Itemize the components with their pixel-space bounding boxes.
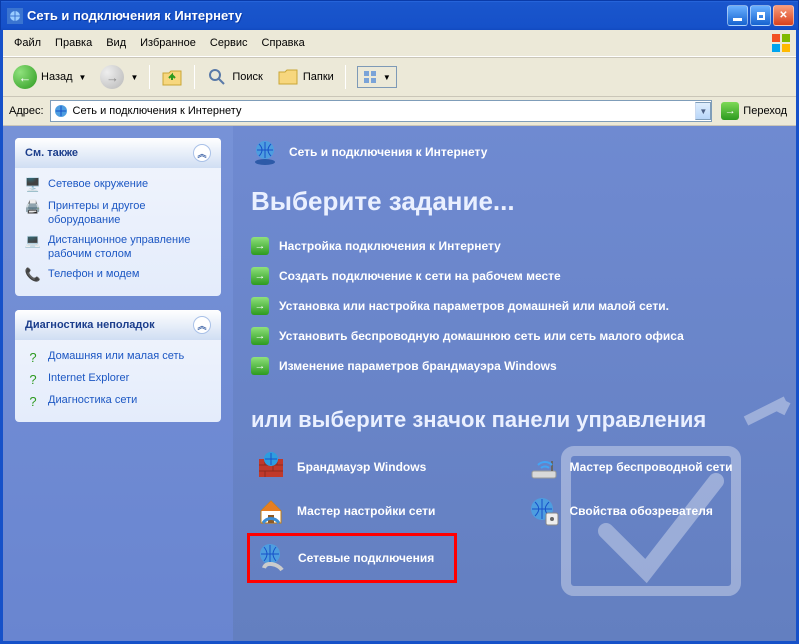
task-list: →Настройка подключения к Интернету →Созд…: [241, 231, 796, 381]
link-ts-home-net[interactable]: ?Домашняя или малая сеть: [25, 346, 211, 368]
nav-up-button[interactable]: [155, 62, 189, 92]
go-label: Переход: [743, 105, 787, 117]
control-panel-icon: [53, 103, 69, 119]
address-label: Адрес:: [7, 105, 46, 117]
cpl-network-connections[interactable]: Сетевые подключения: [256, 542, 448, 574]
highlight-box: Сетевые подключения: [247, 533, 457, 583]
close-button[interactable]: ✕: [773, 5, 794, 26]
panel-see-also: См. также ︽ 🖥️Сетевое окружение 🖨️Принте…: [15, 138, 221, 296]
link-ts-net-diag[interactable]: ?Диагностика сети: [25, 390, 211, 412]
minimize-button[interactable]: [727, 5, 748, 26]
folder-up-icon: [161, 66, 183, 88]
address-bar: Адрес: Сеть и подключения к Интернету ▼ …: [3, 96, 796, 126]
chevron-down-icon: ▼: [383, 73, 391, 82]
views-button[interactable]: ▼: [351, 62, 403, 92]
category-header: Сеть и подключения к Интернету: [241, 126, 796, 166]
go-arrow-icon: →: [721, 102, 739, 120]
panel-troubleshoot: Диагностика неполадок ︽ ?Домашняя или ма…: [15, 310, 221, 422]
home-network-icon: [255, 495, 287, 527]
chevron-down-icon: ▼: [79, 73, 87, 82]
address-value: Сеть и подключения к Интернету: [73, 105, 696, 117]
panel-header[interactable]: См. также ︽: [15, 138, 221, 168]
tasks-pane: См. также ︽ 🖥️Сетевое окружение 🖨️Принте…: [3, 126, 233, 641]
panel-header[interactable]: Диагностика неполадок ︽: [15, 310, 221, 340]
task-workplace-conn[interactable]: →Создать подключение к сети на рабочем м…: [251, 261, 786, 291]
arrow-icon: →: [251, 327, 269, 345]
menubar: Файл Правка Вид Избранное Сервис Справка: [3, 30, 796, 57]
address-input[interactable]: Сеть и подключения к Интернету ▼: [50, 100, 713, 122]
nav-back-button[interactable]: ← Назад ▼: [7, 61, 92, 93]
nav-back-label: Назад: [41, 71, 73, 83]
menu-view[interactable]: Вид: [99, 35, 133, 51]
menu-favorites[interactable]: Избранное: [133, 35, 203, 51]
watermark-icon: [526, 381, 796, 641]
heading-pick-task: Выберите задание...: [251, 186, 786, 217]
task-wireless-setup[interactable]: →Установить беспроводную домашнюю сеть и…: [251, 321, 786, 351]
chevron-down-icon: ▼: [130, 73, 138, 82]
link-remote-desktop[interactable]: 💻Дистанционное управление рабочим столом: [25, 230, 211, 264]
menu-tools[interactable]: Сервис: [203, 35, 255, 51]
maximize-button[interactable]: [750, 5, 771, 26]
control-panel-icon: [7, 8, 23, 24]
cpl-firewall[interactable]: Брандмауэр Windows: [251, 447, 514, 487]
separator: [149, 65, 150, 89]
search-label: Поиск: [232, 71, 262, 83]
firewall-icon: [255, 451, 287, 483]
window-title: Сеть и подключения к Интернету: [27, 8, 727, 23]
menu-file[interactable]: Файл: [7, 35, 48, 51]
arrow-icon: →: [251, 357, 269, 375]
cpl-network-setup-wizard[interactable]: Мастер настройки сети: [251, 491, 514, 531]
globe-network-icon: [251, 138, 279, 166]
link-network-places[interactable]: 🖥️Сетевое окружение: [25, 174, 211, 196]
task-internet-setup[interactable]: →Настройка подключения к Интернету: [251, 231, 786, 261]
collapse-icon[interactable]: ︽: [193, 144, 211, 162]
search-button[interactable]: Поиск: [200, 62, 268, 92]
arrow-icon: →: [251, 267, 269, 285]
link-phone-modem[interactable]: 📞Телефон и модем: [25, 264, 211, 286]
content: См. также ︽ 🖥️Сетевое окружение 🖨️Принте…: [3, 126, 796, 641]
menu-edit[interactable]: Правка: [48, 35, 99, 51]
menu-help[interactable]: Справка: [255, 35, 312, 51]
nav-forward-button[interactable]: → ▼: [94, 61, 144, 93]
views-icon: [363, 70, 377, 84]
link-printers[interactable]: 🖨️Принтеры и другое оборудование: [25, 196, 211, 230]
separator: [345, 65, 346, 89]
link-ts-ie[interactable]: ?Internet Explorer: [25, 368, 211, 390]
category-title: Сеть и подключения к Интернету: [289, 145, 487, 159]
windows-flag-icon: [770, 32, 792, 54]
folders-icon: [277, 66, 299, 88]
collapse-icon[interactable]: ︽: [193, 316, 211, 334]
task-home-net-setup[interactable]: →Установка или настройка параметров дома…: [251, 291, 786, 321]
arrow-icon: →: [251, 237, 269, 255]
titlebar: Сеть и подключения к Интернету ✕: [0, 0, 799, 30]
task-firewall-settings[interactable]: →Изменение параметров брандмауэра Window…: [251, 351, 786, 381]
panel-title: Диагностика неполадок: [25, 319, 155, 331]
separator: [194, 65, 195, 89]
search-icon: [206, 66, 228, 88]
main-area: Сеть и подключения к Интернету Выберите …: [233, 126, 796, 641]
panel-title: См. также: [25, 147, 78, 159]
arrow-icon: →: [251, 297, 269, 315]
folders-label: Папки: [303, 71, 334, 83]
toolbar: ← Назад ▼ → ▼ Поиск Папки ▼: [3, 57, 796, 96]
folders-button[interactable]: Папки: [271, 62, 340, 92]
window-buttons: ✕: [727, 5, 794, 26]
network-connections-icon: [256, 542, 288, 574]
address-dropdown[interactable]: ▼: [695, 102, 711, 120]
go-button[interactable]: → Переход: [716, 100, 792, 122]
